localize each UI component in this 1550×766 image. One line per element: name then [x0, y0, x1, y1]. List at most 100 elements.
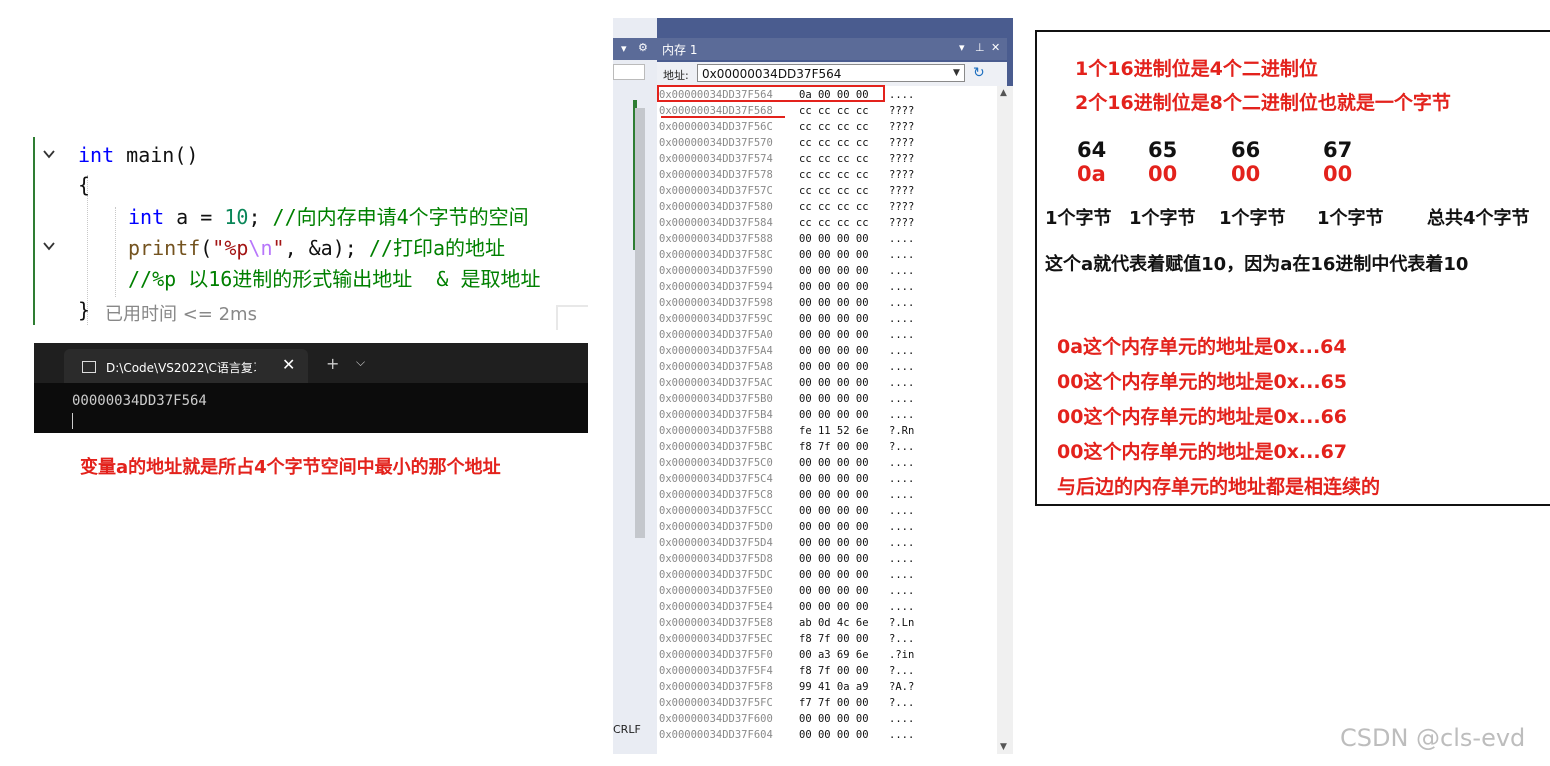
memory-hex-bytes[interactable]: fe 11 52 6e	[799, 423, 869, 439]
memory-ascii: ....	[889, 505, 915, 517]
code-line-6: }	[78, 298, 91, 322]
pin-icon[interactable]: ⊥	[975, 41, 985, 54]
memory-hex-bytes[interactable]: f8 7f 00 00	[799, 663, 869, 679]
memory-hex-bytes[interactable]: 00 00 00 00	[799, 295, 869, 311]
memory-ascii: ?A.?	[889, 681, 915, 693]
memory-address: 0x00000034DD37F5E4	[659, 601, 773, 613]
memory-hex-bytes[interactable]: 00 00 00 00	[799, 311, 869, 327]
address-line: 00这个内存单元的地址是0x...67	[1057, 441, 1348, 463]
memory-hex-bytes[interactable]: 00 00 00 00	[799, 279, 869, 295]
memory-hex-bytes[interactable]: 00 00 00 00	[799, 407, 869, 423]
memory-ascii: ....	[889, 265, 915, 277]
memory-hex-bytes[interactable]: ab 0d 4c 6e	[799, 615, 869, 631]
memory-hex-bytes[interactable]: 00 00 00 00	[799, 375, 869, 391]
memory-hex-bytes[interactable]: cc cc cc cc	[799, 103, 869, 119]
memory-hex-bytes[interactable]: 00 00 00 00	[799, 231, 869, 247]
memory-hex-bytes[interactable]: 00 00 00 00	[799, 359, 869, 375]
memory-hex-bytes[interactable]: 00 00 00 00	[799, 583, 869, 599]
chevron-down-icon[interactable]: ⌵	[356, 355, 365, 370]
memory-hex-bytes[interactable]: 00 00 00 00	[799, 247, 869, 263]
memory-hex-bytes[interactable]: f8 7f 00 00	[799, 439, 869, 455]
address-explanation-caption: 变量a的地址就是所占4个字节空间中最小的那个地址	[80, 457, 501, 478]
memory-address: 0x00000034DD37F59C	[659, 313, 773, 325]
fold-chevron-icon[interactable]	[42, 147, 56, 161]
line-ending-indicator[interactable]: CRLF	[613, 723, 641, 736]
memory-hex-bytes[interactable]: cc cc cc cc	[799, 151, 869, 167]
memory-window[interactable]: ▾ ⚙ CRLF 内存 1 ▾ ⊥ ✕ 地址: 0x00000034DD37F5…	[613, 18, 1027, 754]
memory-hex-bytes[interactable]: 00 00 00 00	[799, 727, 869, 743]
memory-hex-bytes[interactable]: cc cc cc cc	[799, 135, 869, 151]
vertical-scrollbar[interactable]: ▲ ▼	[997, 86, 1013, 754]
memory-hex-bytes[interactable]: 00 a3 69 6e	[799, 647, 869, 663]
close-icon[interactable]: ✕	[991, 41, 1000, 54]
memory-hex-bytes[interactable]: 00 00 00 00	[799, 343, 869, 359]
window-menu-icon[interactable]: ▾	[959, 41, 965, 54]
memory-hex-bytes[interactable]: cc cc cc cc	[799, 167, 869, 183]
memory-address: 0x00000034DD37F5FC	[659, 697, 773, 709]
memory-hex-bytes[interactable]: 00 00 00 00	[799, 391, 869, 407]
memory-ascii: ?.Rn	[889, 425, 915, 437]
memory-hex-bytes[interactable]: 00 00 00 00	[799, 519, 869, 535]
memory-hex-bytes[interactable]: f8 7f 00 00	[799, 631, 869, 647]
memory-address: 0x00000034DD37F584	[659, 217, 773, 229]
memory-ascii: ????	[889, 217, 915, 229]
memory-hex-bytes[interactable]: cc cc cc cc	[799, 119, 869, 135]
code-line-1: int main()	[78, 143, 199, 167]
code-line-2: {	[78, 173, 91, 197]
address-input[interactable]: 0x00000034DD37F564	[697, 64, 965, 82]
memory-hex-bytes[interactable]: 00 00 00 00	[799, 535, 869, 551]
terminal-tab-title: D:\Code\VS2022\C语言复习\x64	[106, 361, 256, 375]
address-dropdown-icon[interactable]: ▼	[953, 68, 960, 78]
memory-hex-bytes[interactable]: cc cc cc cc	[799, 199, 869, 215]
memory-hex-bytes[interactable]: 00 00 00 00	[799, 263, 869, 279]
address-line: 00这个内存单元的地址是0x...66	[1057, 406, 1348, 428]
memory-hex-bytes[interactable]: 00 00 00 00	[799, 711, 869, 727]
memory-hex-bytes[interactable]: 00 00 00 00	[799, 327, 869, 343]
memory-address: 0x00000034DD37F5C4	[659, 473, 773, 485]
memory-ascii: ....	[889, 713, 915, 725]
memory-ascii: ....	[889, 281, 915, 293]
memory-hex-bytes[interactable]: 00 00 00 00	[799, 471, 869, 487]
close-icon[interactable]: ✕	[282, 355, 295, 374]
memory-hex-bytes[interactable]: 00 00 00 00	[799, 455, 869, 471]
memory-address: 0x00000034DD37F5E0	[659, 585, 773, 597]
terminal-window[interactable]: D:\Code\VS2022\C语言复习\x64 ✕ + ⌵ 00000034D…	[34, 343, 588, 433]
memory-ascii: ????	[889, 201, 915, 213]
byte-label: 1个字节	[1317, 208, 1384, 229]
address-label: 地址:	[663, 69, 689, 82]
byte-value: 00	[1148, 162, 1178, 186]
scroll-up-icon[interactable]: ▲	[1000, 88, 1007, 98]
new-tab-plus-icon[interactable]: +	[326, 354, 339, 373]
dropdown-arrow-icon[interactable]: ▾	[621, 42, 627, 55]
memory-hex-bytes[interactable]: 00 00 00 00	[799, 551, 869, 567]
gear-icon[interactable]: ⚙	[638, 41, 648, 54]
memory-dump[interactable]: 0x00000034DD37F564 0a 00 00 00.... 0x00000…	[657, 86, 997, 754]
memory-ascii: ????	[889, 185, 915, 197]
terminal-tab[interactable]: D:\Code\VS2022\C语言复习\x64 ✕	[64, 349, 308, 383]
memory-hex-bytes[interactable]: 00 00 00 00	[799, 599, 869, 615]
memory-hex-bytes[interactable]: 00 00 00 00	[799, 567, 869, 583]
keyword: int	[78, 143, 115, 167]
memory-hex-bytes[interactable]: 00 00 00 00	[799, 487, 869, 503]
memory-hex-bytes[interactable]: f7 7f 00 00	[799, 695, 869, 711]
scroll-down-icon[interactable]: ▼	[1000, 742, 1007, 752]
refresh-icon[interactable]: ↻	[973, 65, 985, 81]
memory-ascii: ....	[889, 553, 915, 565]
fold-chevron-icon[interactable]	[42, 239, 56, 253]
address-line: 00这个内存单元的地址是0x...65	[1057, 371, 1348, 393]
memory-hex-bytes[interactable]: cc cc cc cc	[799, 183, 869, 199]
memory-address: 0x00000034DD37F57C	[659, 185, 773, 197]
memory-hex-bytes[interactable]: 99 41 0a a9	[799, 679, 869, 695]
memory-address: 0x00000034DD37F5D0	[659, 521, 773, 533]
memory-hex-bytes[interactable]: cc cc cc cc	[799, 215, 869, 231]
memory-address: 0x00000034DD37F5EC	[659, 633, 773, 645]
memory-ascii: ?...	[889, 633, 915, 645]
code-editor[interactable]: int main() { int a = 10; //向内存申请4个字节的空间 …	[30, 135, 588, 330]
code-line-5: //%p 以16进制的形式输出地址 & 是取地址	[128, 267, 541, 291]
highlight-box-first-row	[657, 85, 885, 102]
scrollbar[interactable]	[635, 108, 645, 538]
member-dropdown[interactable]	[613, 64, 645, 80]
memory-address: 0x00000034DD37F5B8	[659, 425, 773, 437]
memory-address: 0x00000034DD37F5F8	[659, 681, 773, 693]
memory-hex-bytes[interactable]: 00 00 00 00	[799, 503, 869, 519]
